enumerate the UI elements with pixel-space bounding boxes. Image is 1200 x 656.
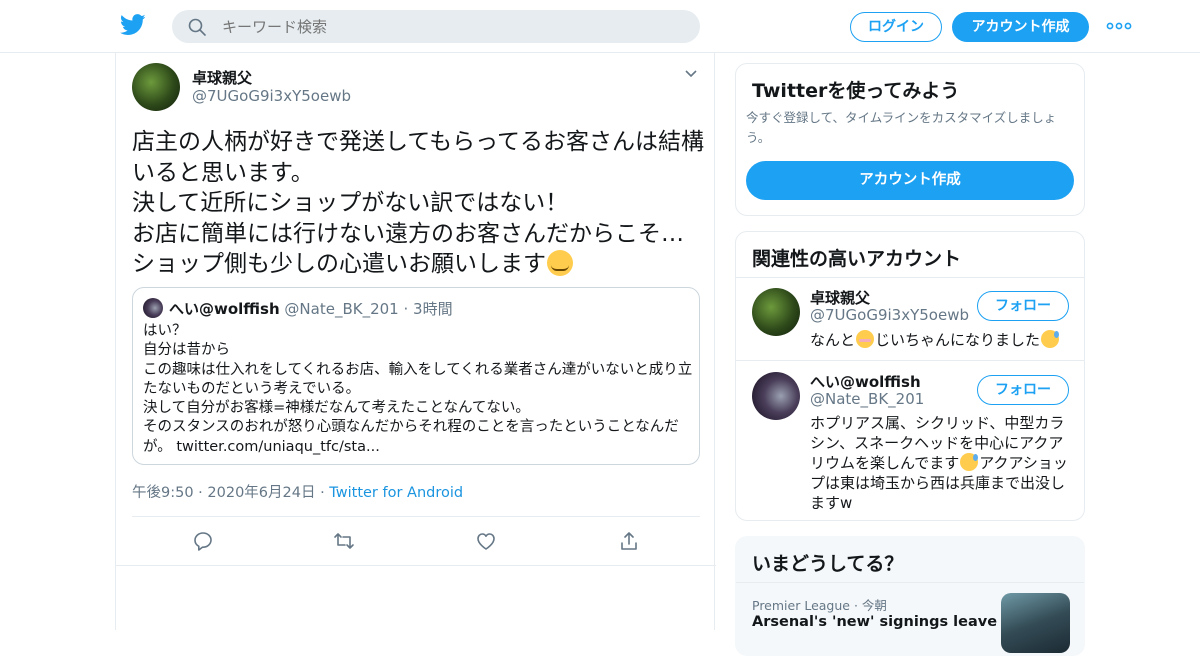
account-name[interactable]: へい@wolffish	[810, 371, 921, 392]
divider	[116, 565, 716, 566]
tweet-time: 午後9:50	[132, 485, 194, 501]
divider	[736, 582, 1084, 583]
top-bar: ログイン アカウント作成	[0, 0, 1200, 53]
quote-separator: ·	[403, 300, 409, 318]
tweet-text: 店主の人柄が好きで発送してもらってるお客さんは結構いると思います。 決して近所に…	[132, 129, 705, 277]
quote-header: へい@wolffish @Nate_BK_201 · 3時間	[169, 298, 453, 319]
account-handle[interactable]: @7UGoG9i3xY5oewb	[810, 306, 969, 324]
tweet-author-handle[interactable]: @7UGoG9i3xY5oewb	[192, 87, 351, 105]
search-box[interactable]	[172, 10, 700, 43]
account-name[interactable]: 卓球親父	[810, 287, 870, 308]
smiling-face-emoji-icon	[547, 250, 573, 276]
account-handle[interactable]: @Nate_BK_201	[810, 390, 924, 408]
tweet-source-link[interactable]: Twitter for Android	[329, 485, 463, 501]
related-accounts-card: 関連性の高いアカウント 卓球親父 @7UGoG9i3xY5oewb フォロー な…	[735, 231, 1085, 521]
tweet-author-name[interactable]: 卓球親父	[192, 67, 252, 88]
signup-prompt-card: Twitterを使ってみよう 今すぐ登録して、タイムラインをカスタマイズしましょ…	[735, 63, 1085, 216]
divider	[736, 277, 1084, 278]
card-title: Twitterを使ってみよう	[752, 80, 960, 102]
meta-separator: ·	[320, 485, 325, 501]
chevron-down-icon[interactable]	[684, 69, 698, 79]
more-icon[interactable]	[1106, 18, 1132, 34]
trend-title[interactable]: Arsenal's 'new' signings leave	[752, 614, 997, 630]
trends-card: いまどうしてる？ Premier League · 今朝 Arsenal's '…	[735, 536, 1085, 656]
signup-card-button[interactable]: アカウント作成	[746, 161, 1074, 200]
search-input[interactable]	[222, 10, 682, 43]
trend-meta: Premier League · 今朝	[752, 598, 887, 613]
account-bio: ホプリアス属、シクリッド、中型カラシン、スネークヘッドを中心にアクアリウムを楽し…	[810, 414, 1068, 512]
card-title: 関連性の高いアカウント	[752, 248, 962, 270]
divider	[736, 360, 1084, 361]
follow-button[interactable]: フォロー	[977, 375, 1069, 405]
grinning-sweat-emoji-icon	[1041, 330, 1060, 348]
flushed-face-emoji-icon	[856, 330, 875, 348]
tweet-meta: 午後9:50 · 2020年6月24日 · Twitter for Androi…	[132, 481, 463, 502]
like-heart-icon[interactable]	[475, 530, 497, 552]
tweet-date[interactable]: 2020年6月24日	[207, 485, 315, 501]
card-subtitle: 今すぐ登録して、タイムラインをカスタマイズしましょう。	[746, 110, 1057, 145]
quote-time: 3時間	[413, 300, 453, 318]
avatar[interactable]	[752, 372, 800, 420]
quote-avatar	[143, 298, 163, 318]
avatar[interactable]	[132, 63, 180, 111]
quote-text: はい？ 自分は昔から この趣味は仕入れをしてくれるお店、輸入をしてくれる業者さん…	[143, 323, 693, 455]
share-icon[interactable]	[618, 530, 640, 552]
signup-button[interactable]: アカウント作成	[952, 12, 1089, 42]
login-button[interactable]: ログイン	[850, 12, 942, 42]
account-bio: なんと じいちゃんになりました	[810, 330, 1072, 350]
trend-thumbnail[interactable]	[1001, 593, 1070, 653]
retweet-icon[interactable]	[333, 530, 355, 552]
quote-author-handle: @Nate_BK_201	[284, 300, 399, 318]
quoted-tweet[interactable]: へい@wolffish @Nate_BK_201 · 3時間 はい？ 自分は昔か…	[132, 287, 700, 465]
reply-icon[interactable]	[192, 530, 214, 552]
search-icon	[188, 18, 206, 36]
divider	[132, 516, 700, 517]
twitter-bird-icon[interactable]	[120, 13, 146, 37]
follow-button[interactable]: フォロー	[977, 291, 1069, 321]
card-title: いまどうしてる？	[752, 553, 904, 575]
meta-separator: ·	[198, 485, 203, 501]
quote-author-name: へい@wolffish	[169, 300, 280, 318]
smiling-sweat-emoji-icon	[960, 453, 979, 471]
tweet-column: 卓球親父 @7UGoG9i3xY5oewb 店主の人柄が好きで発送してもらってる…	[115, 53, 716, 630]
avatar[interactable]	[752, 288, 800, 336]
